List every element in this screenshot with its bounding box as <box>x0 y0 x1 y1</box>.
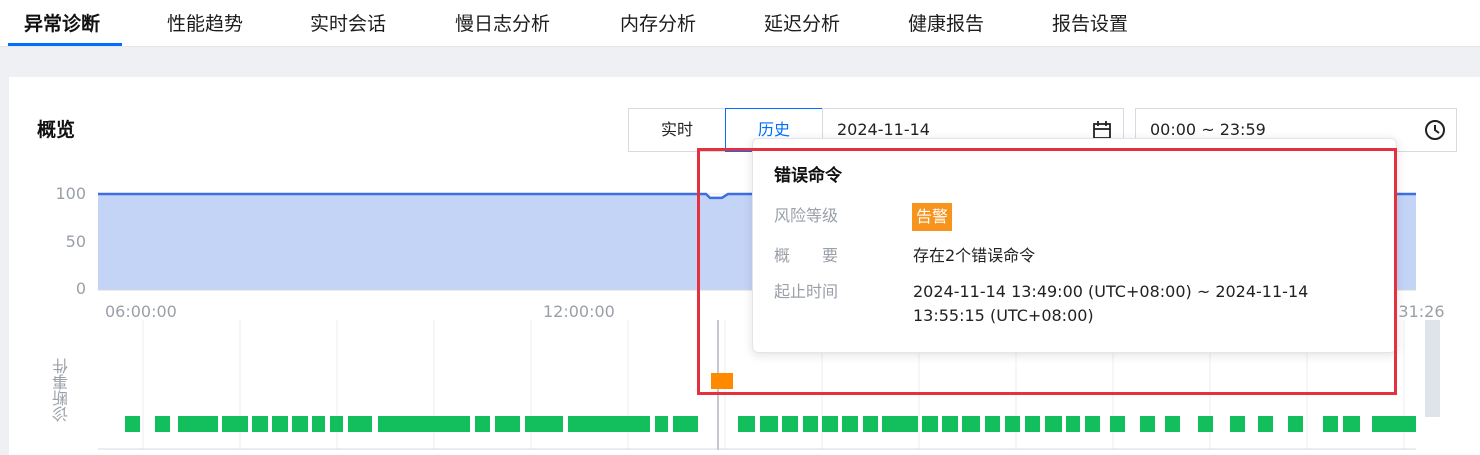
normal-event-marker <box>673 416 698 432</box>
normal-event-marker <box>962 416 980 432</box>
normal-event-marker <box>292 416 308 432</box>
normal-event-marker <box>882 416 918 432</box>
normal-event-marker <box>922 416 938 432</box>
normal-event-marker <box>738 416 755 432</box>
normal-event-marker <box>942 416 958 432</box>
normal-event-marker <box>525 416 563 432</box>
normal-event-marker <box>863 416 878 432</box>
normal-event-marker <box>803 416 818 432</box>
normal-event-marker <box>1323 416 1338 432</box>
normal-event-marker <box>1372 416 1416 432</box>
normal-event-marker <box>378 416 470 432</box>
normal-event-marker <box>842 416 858 432</box>
normal-event-marker <box>330 416 343 432</box>
normal-event-marker <box>1288 416 1303 432</box>
highlight-box <box>697 148 1397 395</box>
normal-event-marker <box>1066 416 1080 432</box>
scrollbar-thumb[interactable] <box>1425 320 1440 417</box>
event-row-label: 诊断事件 <box>52 358 71 422</box>
normal-event-marker <box>1085 416 1100 432</box>
x-tick-label: 06:00:00 <box>105 302 177 321</box>
normal-event-marker <box>1230 416 1245 432</box>
normal-event-marker <box>475 416 490 432</box>
normal-event-marker <box>312 416 325 432</box>
normal-event-marker <box>252 416 268 432</box>
x-tick-label: :31:26 <box>1393 302 1445 321</box>
normal-event-marker <box>222 416 248 432</box>
normal-event-marker <box>125 416 140 432</box>
normal-event-marker <box>348 416 372 432</box>
normal-event-marker <box>1258 416 1273 432</box>
normal-event-marker <box>1140 416 1155 432</box>
normal-event-marker <box>985 416 1000 432</box>
normal-event-marker <box>782 416 798 432</box>
normal-event-marker <box>155 416 170 432</box>
normal-event-marker <box>1165 416 1180 432</box>
normal-event-marker <box>1005 416 1020 432</box>
normal-event-marker <box>272 416 288 432</box>
normal-event-marker <box>1110 416 1125 432</box>
normal-event-marker <box>178 416 218 432</box>
normal-event-marker <box>1343 416 1360 432</box>
normal-event-marker <box>760 416 778 432</box>
x-tick-label: 12:00:00 <box>543 302 615 321</box>
normal-event-marker <box>1025 416 1040 432</box>
normal-event-marker <box>568 416 650 432</box>
normal-event-marker <box>1045 416 1062 432</box>
normal-event-marker <box>822 416 838 432</box>
normal-event-marker <box>655 416 668 432</box>
normal-event-marker <box>495 416 520 432</box>
normal-event-marker <box>1198 416 1213 432</box>
